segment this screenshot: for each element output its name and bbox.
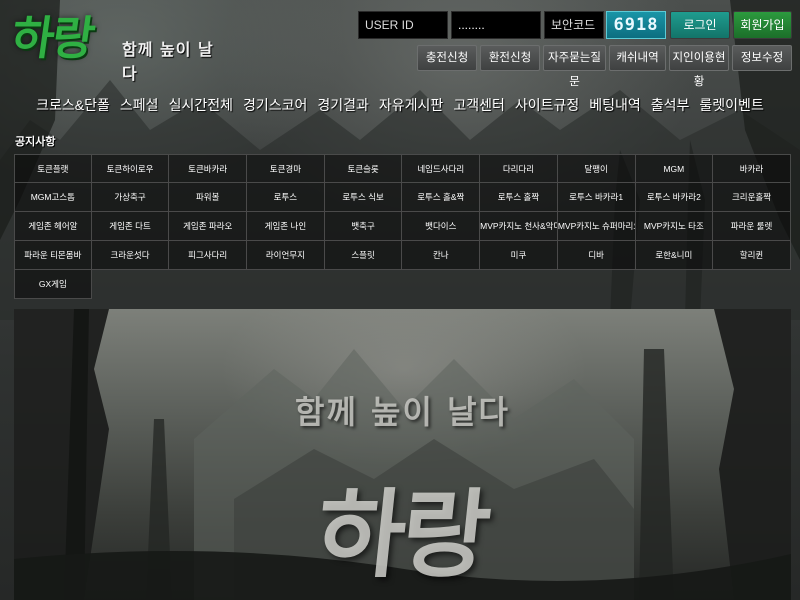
game-menu-grid: 토큰플랫 토큰하이로우 토큰바카라 토큰경마 토큰슬롯 네임드사다리 다리다리 … bbox=[14, 154, 791, 299]
game-link[interactable]: 토큰경마 bbox=[247, 154, 325, 183]
game-link[interactable]: 다리다리 bbox=[480, 154, 558, 183]
nav-attendance[interactable]: 출석부 bbox=[646, 94, 695, 118]
game-link[interactable]: 게임존 헤어알 bbox=[14, 212, 92, 241]
withdraw-request-button[interactable]: 환전신청 bbox=[480, 45, 540, 71]
login-button[interactable]: 로그인 bbox=[670, 11, 730, 39]
nav-site-rules[interactable]: 사이트규정 bbox=[510, 94, 584, 118]
game-link[interactable]: 게임존 다트 bbox=[91, 212, 170, 241]
nav-customer-center[interactable]: 고객센터 bbox=[448, 94, 510, 118]
game-link[interactable]: 로투스 홀짝 bbox=[480, 183, 558, 212]
password-input[interactable] bbox=[451, 11, 541, 39]
logo-slogan: 함께 높이 날다 bbox=[122, 40, 214, 83]
edit-info-button[interactable]: 정보수정 bbox=[732, 45, 792, 71]
game-link[interactable]: 로투스 홀&짝 bbox=[402, 183, 481, 212]
game-link[interactable]: 칸나 bbox=[402, 241, 481, 270]
game-link[interactable]: 파라운 룰렛 bbox=[713, 212, 791, 241]
game-link[interactable]: 로한&니미 bbox=[635, 241, 714, 270]
game-link[interactable]: 토큰바카라 bbox=[169, 154, 248, 183]
game-link[interactable]: 가상축구 bbox=[91, 183, 170, 212]
game-link[interactable]: 뱃다이스 bbox=[402, 212, 481, 241]
referral-status-button[interactable]: 지인이용현황 bbox=[669, 45, 729, 88]
banner-title: 하랑 bbox=[311, 478, 492, 591]
logo-title: 하랑 bbox=[8, 11, 97, 65]
game-link[interactable]: 게임존 나인 bbox=[247, 212, 325, 241]
game-link[interactable]: 로투스 바카라2 bbox=[635, 183, 714, 212]
game-link[interactable]: MGM고스톱 bbox=[14, 183, 92, 212]
game-link[interactable]: MGM bbox=[635, 154, 714, 183]
nav-cross-single[interactable]: 크로스&단폴 bbox=[31, 94, 115, 118]
game-link[interactable]: 할리퀸 bbox=[713, 241, 791, 270]
game-link[interactable]: 크라운섯다 bbox=[91, 241, 170, 270]
notice-title[interactable]: 공지사항 bbox=[15, 133, 55, 149]
hero-banner: 함께 높이 날다 하랑 bbox=[14, 309, 791, 600]
game-link[interactable]: 바카라 bbox=[713, 154, 791, 183]
captcha-image: 6918 bbox=[606, 11, 666, 39]
game-link[interactable]: 파워볼 bbox=[169, 183, 248, 212]
game-link[interactable]: 로투스 바카라1 bbox=[557, 183, 636, 212]
security-code-input[interactable] bbox=[544, 11, 604, 39]
game-link[interactable]: 달팽이 bbox=[557, 154, 636, 183]
game-link[interactable]: 스플릿 bbox=[324, 241, 403, 270]
game-link[interactable]: 토큰하이로우 bbox=[91, 154, 170, 183]
game-link[interactable]: 크리운홀짝 bbox=[713, 183, 791, 212]
site-logo[interactable]: 하랑 함께 높이 날다 bbox=[8, 8, 222, 83]
game-link[interactable]: 라이언무지 bbox=[247, 241, 325, 270]
nav-scores[interactable]: 경기스코어 bbox=[238, 94, 312, 118]
deposit-request-button[interactable]: 충전신청 bbox=[417, 45, 477, 71]
game-link[interactable]: 뱃축구 bbox=[324, 212, 403, 241]
user-id-input[interactable] bbox=[358, 11, 448, 39]
game-link[interactable]: 게임존 파라오 bbox=[169, 212, 248, 241]
game-link[interactable]: 피그사다리 bbox=[169, 241, 248, 270]
game-link[interactable]: MVP카지노 천사&악마 bbox=[480, 212, 558, 241]
game-link[interactable]: GX게임 bbox=[14, 270, 92, 299]
signup-button[interactable]: 회원가입 bbox=[733, 11, 792, 39]
nav-live-all[interactable]: 실시간전체 bbox=[164, 94, 238, 118]
game-link[interactable]: 로투스 bbox=[247, 183, 325, 212]
game-link[interactable]: MVP카지노 타조 bbox=[635, 212, 714, 241]
game-link[interactable]: 파라운 티몬몸바 bbox=[14, 241, 92, 270]
nav-free-board[interactable]: 자유게시판 bbox=[374, 94, 448, 118]
banner-slogan: 함께 높이 날다 bbox=[295, 393, 510, 431]
faq-button[interactable]: 자주묻는질문 bbox=[543, 45, 606, 88]
game-link[interactable]: 로투스 식보 bbox=[324, 183, 403, 212]
nav-roulette-event[interactable]: 룰렛이벤트 bbox=[694, 94, 768, 118]
game-link[interactable]: 디바 bbox=[557, 241, 636, 270]
game-link[interactable]: 미쿠 bbox=[480, 241, 558, 270]
nav-bet-history[interactable]: 베팅내역 bbox=[584, 94, 646, 118]
nav-special[interactable]: 스페셜 bbox=[115, 94, 164, 118]
cash-history-button[interactable]: 캐쉬내역 bbox=[609, 45, 666, 71]
game-link[interactable]: MVP카지노 슈퍼마리오 bbox=[557, 212, 636, 241]
game-link[interactable]: 네임드사다리 bbox=[402, 154, 481, 183]
game-link[interactable]: 토큰플랫 bbox=[14, 154, 92, 183]
game-link[interactable]: 토큰슬롯 bbox=[324, 154, 403, 183]
main-nav: 크로스&단폴 스페셜 실시간전체 경기스코어 경기결과 자유게시판 고객센터 사… bbox=[0, 94, 800, 118]
nav-results[interactable]: 경기결과 bbox=[312, 94, 374, 118]
